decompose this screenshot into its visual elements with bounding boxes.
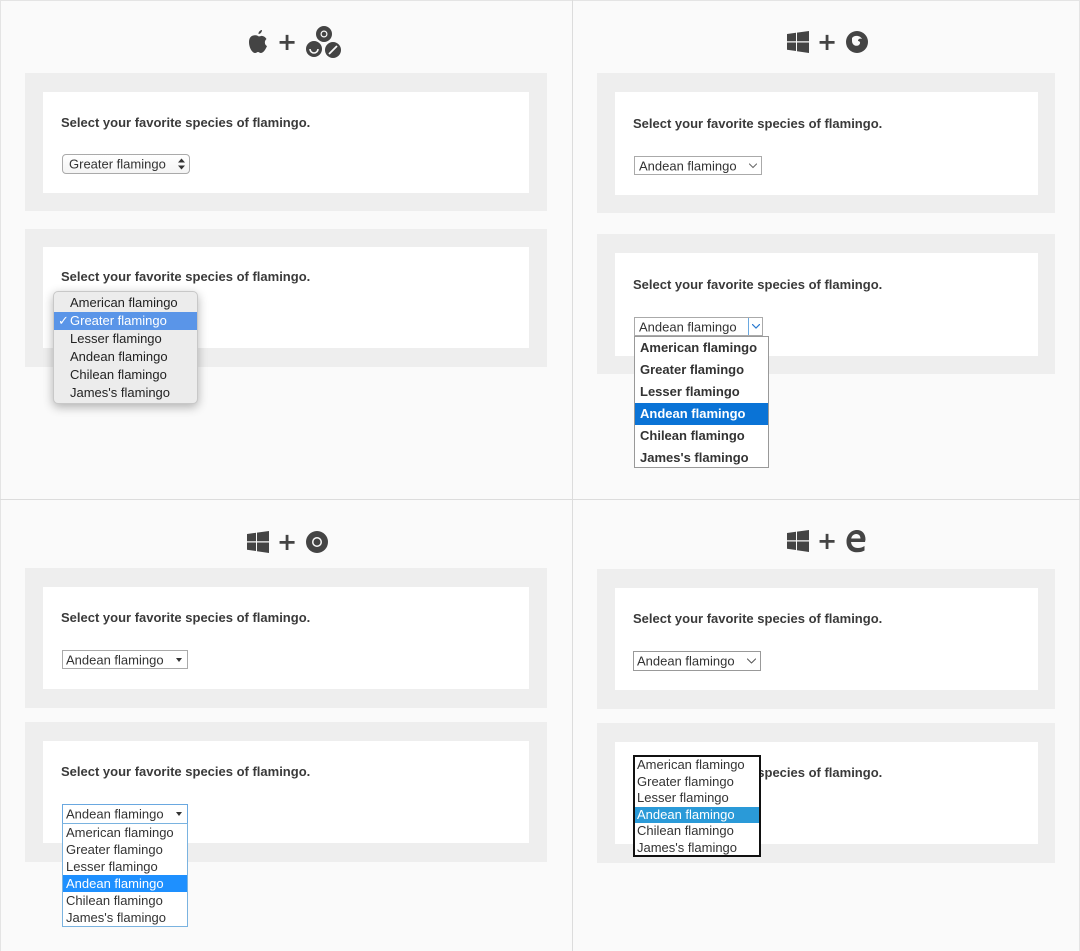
plus-sign: + (817, 527, 838, 555)
question-label: Select your favorite species of flamingo… (61, 269, 311, 284)
option-greater[interactable]: Greater flamingo (635, 774, 759, 791)
select-value: Andean flamingo (637, 653, 735, 669)
question-label: Select your favorite species of flamingo… (633, 277, 883, 292)
option-andean[interactable]: Andean flamingo (635, 403, 768, 425)
option-greater[interactable]: ✓ Greater flamingo (54, 312, 197, 330)
question-label: Select your favorite species of flamingo… (633, 116, 883, 131)
select-value: Andean flamingo (639, 319, 737, 334)
firefox-dropdown-list: American flamingo Greater flamingo Lesse… (634, 336, 769, 468)
flamingo-select-open[interactable]: Andean flamingo (634, 317, 763, 336)
mac-browser-logos: + (247, 25, 343, 59)
option-andean[interactable]: Andean flamingo (54, 348, 197, 366)
option-label: Greater flamingo (70, 313, 167, 328)
windows-icon (787, 31, 809, 53)
question-label: Select your favorite species of flamingo… (61, 610, 311, 625)
option-american[interactable]: American flamingo (635, 337, 768, 359)
dropdown-button[interactable] (748, 318, 762, 335)
apple-icon (249, 30, 267, 53)
plus-sign: + (817, 28, 838, 56)
option-chilean[interactable]: Chilean flamingo (635, 823, 759, 840)
select-value: Andean flamingo (66, 806, 164, 822)
edge-icon (846, 530, 866, 553)
option-greater[interactable]: Greater flamingo (635, 359, 768, 381)
option-chilean[interactable]: Chilean flamingo (635, 425, 768, 447)
chevron-down-icon (747, 658, 756, 664)
edge-dropdown-list: American flamingo Greater flamingo Lesse… (633, 755, 761, 857)
flamingo-select-open[interactable]: Andean flamingo (62, 804, 188, 824)
question-label: Select your favorite species of flamingo… (61, 115, 311, 130)
checkmark-icon: ✓ (58, 313, 69, 328)
form-card (43, 587, 529, 689)
vertical-divider (572, 0, 573, 951)
triangle-down-icon (176, 812, 182, 816)
option-lesser[interactable]: Lesser flamingo (54, 330, 197, 348)
option-chilean[interactable]: Chilean flamingo (54, 366, 197, 384)
flamingo-select[interactable]: Andean flamingo (633, 651, 761, 671)
option-james[interactable]: James's flamingo (635, 840, 759, 857)
option-american[interactable]: American flamingo (635, 757, 759, 774)
option-american[interactable]: American flamingo (54, 294, 197, 312)
select-value: Andean flamingo (639, 158, 737, 173)
updown-arrow-icon (178, 158, 185, 170)
question-label: Select your favorite species of flamingo… (61, 764, 311, 779)
plus-sign: + (277, 28, 298, 56)
triangle-down-icon (176, 657, 182, 662)
flamingo-select[interactable]: Andean flamingo (634, 156, 762, 175)
option-andean[interactable]: Andean flamingo (63, 875, 187, 892)
option-lesser[interactable]: Lesser flamingo (635, 790, 759, 807)
windows-icon (247, 531, 269, 553)
option-james[interactable]: James's flamingo (63, 909, 187, 926)
option-chilean[interactable]: Chilean flamingo (63, 892, 187, 909)
horizontal-divider (0, 499, 1080, 500)
chrome-icon (306, 531, 329, 553)
option-lesser[interactable]: Lesser flamingo (635, 381, 768, 403)
option-lesser[interactable]: Lesser flamingo (63, 858, 187, 875)
option-greater[interactable]: Greater flamingo (63, 841, 187, 858)
windows-chrome-logos: + (247, 530, 329, 554)
question-label: Select your favorite species of flamingo… (633, 611, 883, 626)
form-card (43, 92, 529, 193)
chevron-down-icon (752, 324, 760, 329)
option-american[interactable]: American flamingo (63, 824, 187, 841)
windows-icon (787, 530, 809, 552)
flamingo-select[interactable]: Andean flamingo (62, 650, 188, 669)
chrome-dropdown-list: American flamingo Greater flamingo Lesse… (62, 823, 188, 927)
mac-dropdown-menu: American flamingo ✓ Greater flamingo Les… (53, 291, 198, 404)
select-value: Andean flamingo (66, 652, 164, 667)
left-border (0, 0, 1, 951)
windows-firefox-logos: + (787, 30, 869, 54)
firefox-icon (846, 31, 869, 53)
form-card (615, 588, 1038, 690)
option-andean[interactable]: Andean flamingo (635, 806, 759, 823)
form-card (615, 92, 1038, 195)
windows-edge-logos: + (787, 529, 867, 553)
chevron-down-icon (749, 163, 757, 168)
top-border (0, 0, 1080, 1)
plus-sign: + (277, 528, 298, 556)
chrome-firefox-safari-icons (306, 26, 342, 58)
flamingo-select[interactable]: Greater flamingo (62, 154, 190, 174)
option-james[interactable]: James's flamingo (54, 384, 197, 402)
option-james[interactable]: James's flamingo (635, 447, 768, 469)
select-value: Greater flamingo (69, 156, 166, 172)
